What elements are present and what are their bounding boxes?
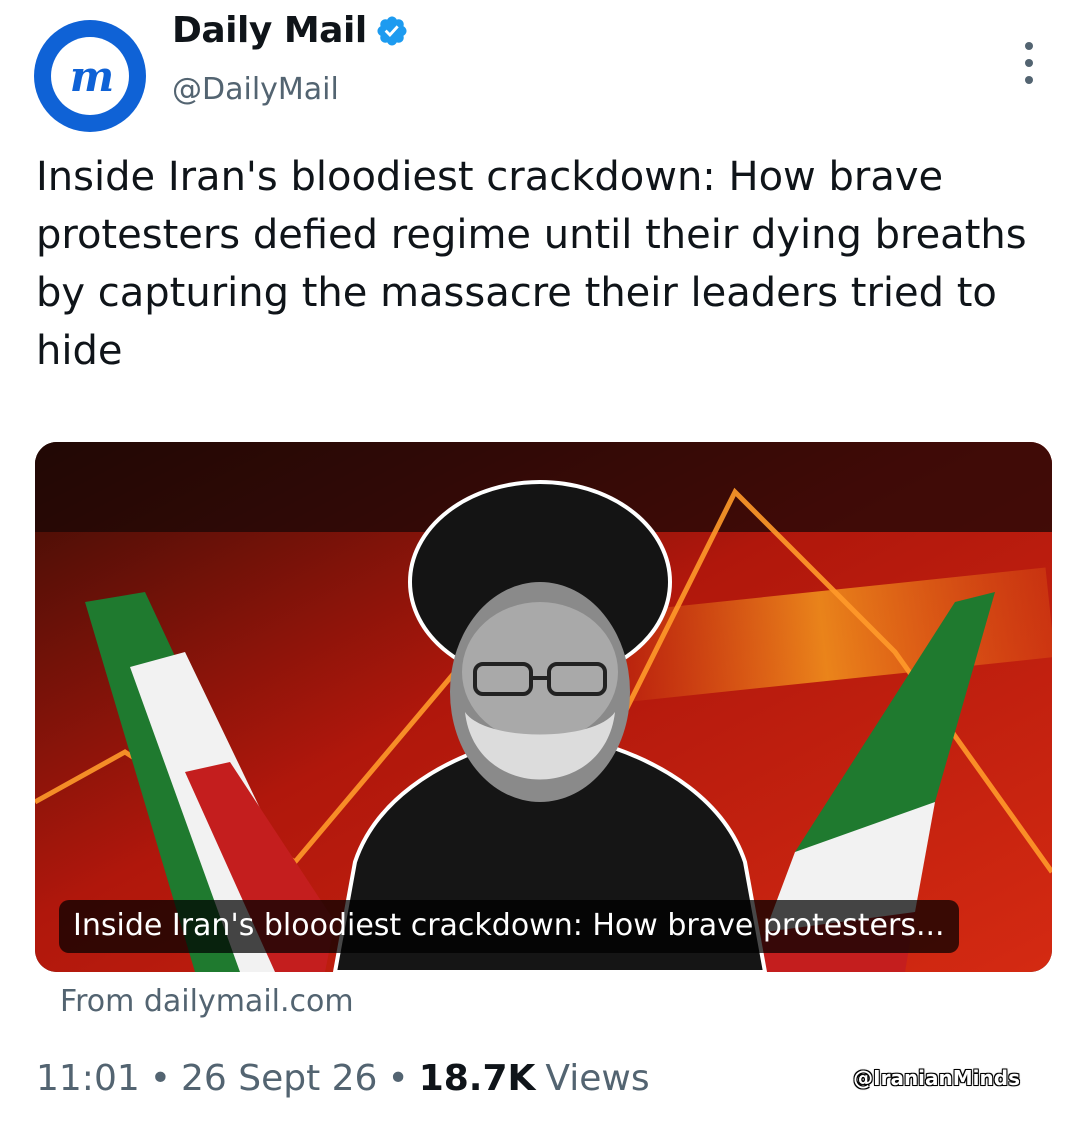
separator-dot: •	[149, 1058, 171, 1099]
avatar-letters: m	[69, 51, 114, 101]
card-image	[35, 442, 1052, 972]
more-vertical-icon-dot	[1025, 42, 1033, 50]
account-handle[interactable]: @DailyMail	[172, 72, 339, 107]
daily-mail-logo: m	[51, 37, 129, 115]
link-card[interactable]: Inside Iran's bloodiest crackdown: How b…	[35, 442, 1052, 972]
tweet-date[interactable]: 26 Sept 26	[181, 1058, 377, 1099]
separator-dot: •	[387, 1058, 409, 1099]
watermark: @IranianMinds	[853, 1066, 1020, 1090]
more-vertical-icon-dot	[1025, 76, 1033, 84]
views-label: Views	[545, 1058, 650, 1099]
tweet-meta: 11:01 • 26 Sept 26 • 18.7K Views	[36, 1058, 650, 1099]
more-options-button[interactable]	[1024, 42, 1034, 84]
card-source[interactable]: From dailymail.com	[60, 984, 354, 1019]
views-count: 18.7K	[418, 1058, 536, 1099]
display-name[interactable]: Daily Mail	[172, 10, 367, 51]
tweet-time[interactable]: 11:01	[36, 1058, 140, 1099]
verified-badge-icon	[377, 15, 407, 46]
card-caption: Inside Iran's bloodiest crackdown: How b…	[59, 900, 959, 953]
display-name-row[interactable]: Daily Mail	[172, 10, 409, 51]
avatar[interactable]: m	[34, 20, 146, 132]
more-vertical-icon-dot	[1025, 59, 1033, 67]
tweet-text: Inside Iran's bloodiest crackdown: How b…	[36, 154, 1027, 374]
